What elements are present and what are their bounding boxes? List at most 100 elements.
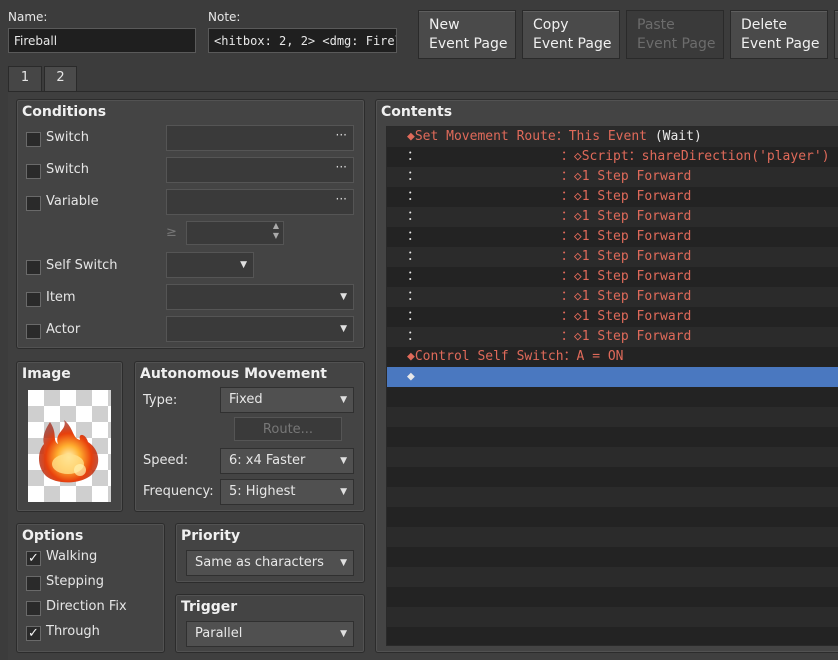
command-row[interactable] <box>387 507 838 527</box>
command-row[interactable]: ： ：◇1 Step Forward <box>387 307 838 327</box>
walking-checkbox[interactable]: ✓ <box>26 551 41 566</box>
actor-checkbox[interactable] <box>26 324 41 339</box>
switch2-selector[interactable]: ··· <box>166 157 354 183</box>
chevron-down-icon: ▼ <box>340 395 347 405</box>
new-event-page-button[interactable]: New Event Page <box>418 10 516 59</box>
command-row[interactable]: ◆Set Movement Route：This Event (Wait) <box>387 127 838 147</box>
speed-dropdown[interactable]: 6: x4 Faster ▼ <box>220 448 354 474</box>
command-row[interactable]: ◆Control Self Switch：A = ON <box>387 347 838 367</box>
name-field[interactable]: Fireball <box>8 28 196 53</box>
chevron-down-icon: ▼ <box>340 456 347 466</box>
delete-event-page-button[interactable]: Delete Event Page <box>730 10 828 59</box>
command-row[interactable] <box>387 627 838 645</box>
command-row[interactable]: ： ：◇1 Step Forward <box>387 327 838 347</box>
speed-label: Speed: <box>143 453 189 468</box>
variable-selector[interactable]: ··· <box>166 189 354 215</box>
command-name: ： <box>407 229 421 244</box>
fireball-sprite-icon <box>39 420 99 483</box>
priority-dropdown[interactable]: Same as characters ▼ <box>186 550 354 576</box>
command-name: ◆ <box>407 369 415 384</box>
command-name: ： <box>407 289 421 304</box>
variable-checkbox[interactable] <box>26 196 41 211</box>
self-switch-dropdown[interactable]: ▼ <box>166 252 254 278</box>
command-row[interactable]: ： ：◇1 Step Forward <box>387 227 838 247</box>
type-label: Type: <box>143 393 178 408</box>
item-label: Item <box>46 290 76 305</box>
copy-event-page-button[interactable]: Copy Event Page <box>522 10 620 59</box>
variable-value-spinner[interactable]: ▲ ▼ <box>186 221 284 245</box>
command-name: ： <box>407 309 421 324</box>
ellipsis-icon: ··· <box>335 160 347 174</box>
command-row[interactable]: ： ：◇1 Step Forward <box>387 167 838 187</box>
chevron-down-icon: ▼ <box>340 292 347 302</box>
route-button[interactable]: Route... <box>234 417 342 441</box>
command-name: ◆Set Movement Route <box>407 129 556 144</box>
command-row[interactable] <box>387 587 838 607</box>
spinner-arrows-icon[interactable]: ▲ ▼ <box>273 222 279 241</box>
event-command-list[interactable]: ◆Set Movement Route：This Event (Wait)： ：… <box>386 126 838 646</box>
through-checkbox[interactable]: ✓ <box>26 626 41 641</box>
trigger-dropdown[interactable]: Parallel ▼ <box>186 621 354 647</box>
command-row[interactable] <box>387 567 838 587</box>
command-row[interactable] <box>387 407 838 427</box>
command-row[interactable]: ： ：◇1 Step Forward <box>387 267 838 287</box>
tab-page-2[interactable]: 2 <box>44 66 77 92</box>
switch1-checkbox[interactable] <box>26 132 41 147</box>
command-detail: ：A = ON <box>563 349 624 364</box>
command-row[interactable]: ： ：◇Script：shareDirection('player') <box>387 147 838 167</box>
type-dropdown[interactable]: Fixed ▼ <box>220 387 354 413</box>
note-field[interactable]: <hitbox: 2, 2> <dmg: Firel <box>208 28 397 53</box>
command-row[interactable] <box>387 427 838 447</box>
priority-title: Priority <box>181 528 241 544</box>
direction-fix-checkbox[interactable] <box>26 601 41 616</box>
command-row[interactable]: ： ：◇1 Step Forward <box>387 287 838 307</box>
command-name: ： <box>407 269 421 284</box>
self-switch-checkbox[interactable] <box>26 260 41 275</box>
route-button-label: Route... <box>262 422 314 437</box>
clear-event-page-button[interactable] <box>834 10 838 59</box>
switch2-checkbox[interactable] <box>26 164 41 179</box>
frequency-value: 5: Highest <box>229 484 296 499</box>
command-detail: ：◇1 Step Forward <box>420 169 692 184</box>
walking-label: Walking <box>46 549 98 564</box>
command-row[interactable] <box>387 387 838 407</box>
name-label: Name: <box>8 10 48 24</box>
copy-button-line2: Event Page <box>533 36 612 52</box>
command-name: ： <box>407 149 421 164</box>
through-label: Through <box>46 624 100 639</box>
frequency-dropdown[interactable]: 5: Highest ▼ <box>220 479 354 505</box>
priority-value: Same as characters <box>195 555 324 570</box>
command-name: ： <box>407 209 421 224</box>
trigger-title: Trigger <box>181 599 238 615</box>
gte-symbol: ≥ <box>166 225 177 240</box>
new-button-line1: New <box>429 17 460 33</box>
command-row[interactable] <box>387 547 838 567</box>
stepping-checkbox[interactable] <box>26 576 41 591</box>
conditions-title: Conditions <box>22 104 107 120</box>
actor-dropdown[interactable]: ▼ <box>166 316 354 342</box>
chevron-down-icon: ▼ <box>340 487 347 497</box>
command-row[interactable] <box>387 467 838 487</box>
image-title: Image <box>22 366 71 382</box>
command-row[interactable] <box>387 527 838 547</box>
command-row[interactable]: ： ：◇1 Step Forward <box>387 207 838 227</box>
command-row[interactable]: ： ：◇1 Step Forward <box>387 187 838 207</box>
command-name: ◆Control Self Switch <box>407 349 564 364</box>
paste-event-page-button[interactable]: Paste Event Page <box>626 10 724 59</box>
tab-page-1[interactable]: 1 <box>8 66 42 92</box>
switch1-selector[interactable]: ··· <box>166 125 354 151</box>
trigger-value: Parallel <box>195 626 243 641</box>
command-row[interactable]: ◆ <box>387 367 838 387</box>
command-row[interactable] <box>387 487 838 507</box>
command-detail: ：◇1 Step Forward <box>420 309 692 324</box>
delete-button-line1: Delete <box>741 17 787 33</box>
options-title: Options <box>22 528 84 544</box>
command-row[interactable]: ： ：◇1 Step Forward <box>387 247 838 267</box>
command-row[interactable] <box>387 447 838 467</box>
item-checkbox[interactable] <box>26 292 41 307</box>
command-detail: ：◇1 Step Forward <box>420 209 692 224</box>
item-dropdown[interactable]: ▼ <box>166 284 354 310</box>
command-row[interactable] <box>387 607 838 627</box>
chevron-down-icon: ▼ <box>240 260 247 270</box>
sprite-preview[interactable] <box>28 390 111 502</box>
